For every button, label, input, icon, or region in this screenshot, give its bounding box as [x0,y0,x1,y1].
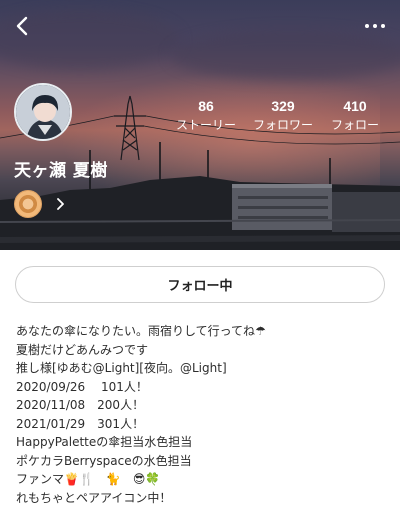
back-button[interactable] [10,14,34,38]
bio-line: 2021/01/29 301人！ [16,416,145,431]
stat-label: フォロー [330,118,379,132]
gold-medal-icon [14,190,42,218]
bio-line: れもちゃとペアアイコン中！ [16,490,172,505]
profile-cover: 86 ストーリー 329 フォロワー 410 フォロー 天ヶ瀬 夏樹 [0,0,400,250]
more-horizontal-icon [365,24,369,28]
bio-line: 2020/09/26 101人！ [16,379,148,394]
chevron-left-icon [16,16,28,36]
stat-followers[interactable]: 329 フォロワー [243,98,323,133]
bio-line: ファンマ🍟🍴 🐈 😎🍀 [16,472,161,486]
bio-line: 2020/11/08 200人！ [16,398,145,412]
chevron-right-icon [57,198,64,210]
stat-label: ストーリー [175,118,236,132]
bio-line: 推し様[ゆあむ@Light][夜向。@Light] [16,361,227,375]
stat-label: フォロワー [252,118,313,132]
bio-line: HappyPaletteの傘担当水色担当 [16,435,193,449]
stat-value: 329 [271,98,295,114]
profile-name: 天ヶ瀬 夏樹 [14,161,108,181]
stat-stories[interactable]: 86 ストーリー [166,98,246,133]
bio-line: ポケカラBerryspaceの水色担当 [16,453,192,468]
bio-line: あなたの傘になりたい。雨宿りして行ってね☂ [16,324,266,338]
more-options-button[interactable] [362,14,388,38]
bio-line: 夏樹だけどあんみつです [16,342,149,357]
badge-link[interactable] [14,190,64,218]
profile-bio: あなたの傘になりたい。雨宿りして行ってね☂ 夏樹だけどあんみつです 推し様[ゆあ… [16,322,388,507]
stat-value: 86 [198,98,214,114]
avatar[interactable] [14,83,72,141]
following-button[interactable]: フォロー中 [15,266,385,303]
stat-following[interactable]: 410 フォロー [315,98,395,133]
stat-value: 410 [343,98,367,114]
profile-stats: 86 ストーリー 329 フォロワー 410 フォロー [170,98,390,138]
